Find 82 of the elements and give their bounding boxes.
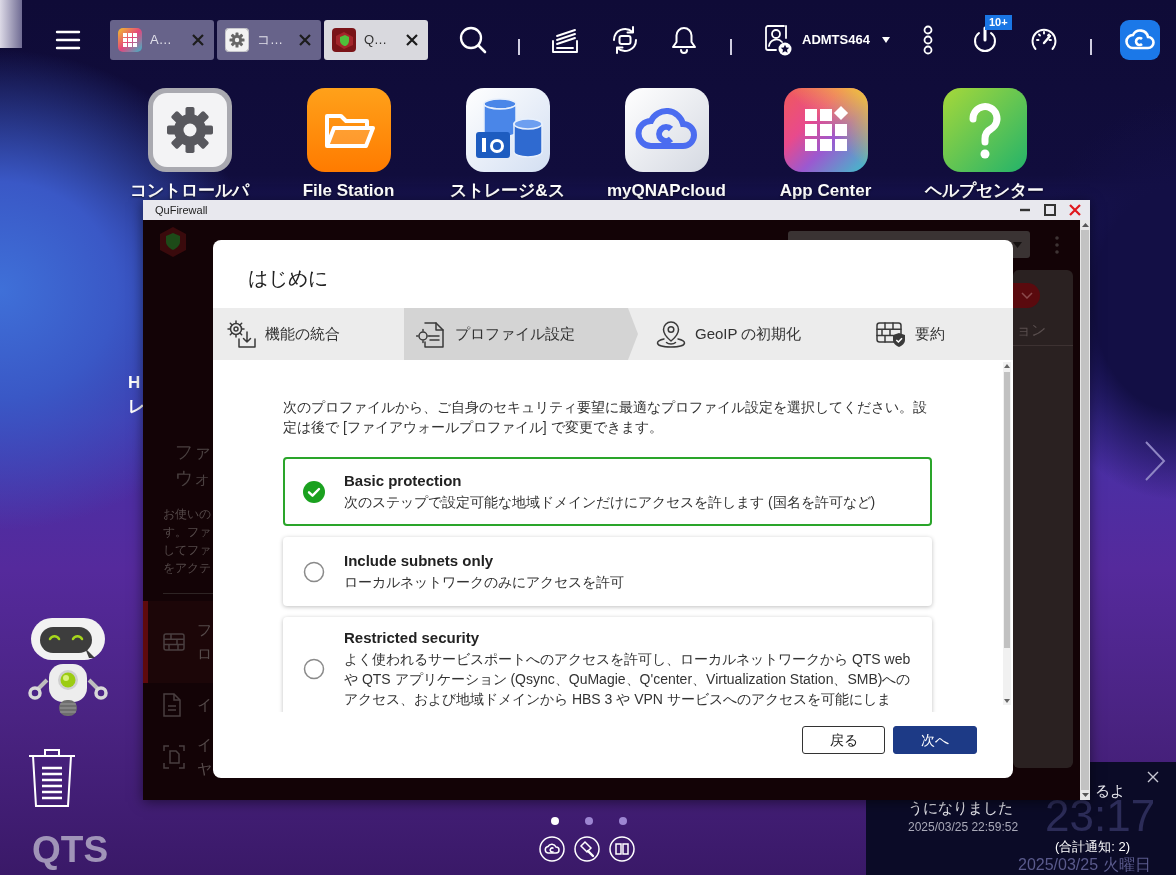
panel-edge [0, 0, 22, 48]
app-shortcut[interactable]: myQNAPcloud [587, 88, 746, 199]
search-icon[interactable] [458, 25, 488, 55]
shield-logo-icon [158, 224, 188, 258]
wizard-step[interactable]: 機能の統合 [213, 308, 404, 360]
scan-document-icon [163, 745, 185, 769]
app-tab[interactable]: Q… [324, 20, 428, 60]
profile-title: Restricted security [344, 628, 481, 648]
back-button[interactable]: 戻る [802, 726, 885, 754]
wizard-step[interactable]: GeoIP の初期化 [638, 308, 860, 360]
sync-icon[interactable] [610, 25, 640, 55]
profile-title: Include subnets only [344, 551, 495, 571]
notification-text: るよ [1095, 782, 1125, 800]
scroll-down-icon[interactable] [1081, 793, 1089, 797]
app-shortcut[interactable]: コントロールパ [110, 88, 269, 199]
gear-download-icon [226, 320, 256, 348]
cloud-app-icon[interactable] [1120, 20, 1160, 60]
caret-icon [882, 37, 890, 43]
dialog-title: はじめに [248, 267, 328, 289]
profile-description: よく使われるサービスポートへのアクセスを許可し、ローカルネットワークから QTS web や QTS アプリケーション (Qsync、QuMagie、Q'center、Virtualization Station、SMB)へのアクセス、および地域ドメインから HBS 3 や VPN サービスへのアクセスを可能にしま [344, 650, 912, 709]
scrollbar-thumb[interactable] [1081, 230, 1089, 790]
scroll-up-icon[interactable] [1004, 364, 1010, 368]
wizard-step[interactable]: プロファイル設定 [404, 308, 638, 360]
qts-logo: QTS [32, 829, 109, 871]
gear-app-icon [147, 88, 232, 172]
instruction-text: 次のプロファイルから、ご自身のセキュリティ要望に最適なプロファイル設定を選択してください。設定は後で [ファイアウォールプロファイル] で変更できます。 [283, 398, 928, 437]
cloud-icon[interactable] [539, 836, 565, 862]
scroll-up-icon[interactable] [1081, 223, 1089, 227]
app-shortcut[interactable]: ストレージ&ス [428, 88, 587, 199]
chevron-right-icon[interactable] [1144, 440, 1166, 482]
firewall-shield-icon [876, 320, 906, 348]
wizard-step[interactable]: 要約 [860, 308, 1013, 360]
question-mark-app-icon [942, 88, 1027, 172]
radio-button-icon[interactable] [303, 560, 325, 583]
profile-card[interactable]: Restricted security よく使われるサービスポートへのアクセスを許可し、ローカルネットワークから QTS web や QTS アプリケーション (Qsync、QuMagie、Q'center、Virtualization Station、SMB)へのアクセス、および地域ドメインから HBS 3 や VPN サービスへのアクセスを可能にしま [283, 617, 932, 712]
app-shortcut[interactable]: File Station [269, 88, 428, 199]
page-heading: ファ ウォ [175, 441, 212, 490]
brick-wall-icon [163, 633, 185, 651]
app-tab[interactable]: A… [110, 20, 214, 60]
notification-total: (合計通知: 2) [1055, 838, 1131, 856]
book-icon[interactable] [609, 836, 635, 862]
check-circle-icon[interactable] [303, 480, 325, 503]
notification-text: うになりました [908, 798, 1013, 818]
trash-icon[interactable] [28, 748, 76, 808]
user-icon[interactable] [762, 24, 792, 56]
caret-icon [1013, 241, 1022, 248]
profile-card[interactable]: Basic protection 次のステップで設定可能な地域ドメインだけにアクセスを許します (国名を許可など) [283, 457, 932, 526]
location-pin-icon [656, 320, 686, 348]
app-shortcut[interactable]: ヘルプセンター [905, 88, 1064, 199]
clock-date: 2025/03/25 火曜日 [1018, 857, 1151, 873]
profile-description: 次のステップで設定可能な地域ドメインだけにアクセスを許します (国名を許可など) [344, 493, 877, 512]
hammer-icon[interactable] [574, 836, 600, 862]
cloud-app-icon [624, 88, 709, 172]
radio-button-icon[interactable] [303, 657, 325, 680]
profile-title: Basic protection [344, 471, 463, 491]
more-options-icon[interactable] [921, 25, 935, 55]
scrollbar[interactable] [1003, 362, 1011, 705]
gear-tile-icon [225, 28, 249, 52]
document-gear-icon [416, 320, 446, 348]
menu-icon[interactable] [55, 29, 81, 51]
chevron-down-icon [1020, 292, 1033, 299]
next-button[interactable]: 次へ [893, 726, 977, 754]
profile-description: ローカルネットワークのみにアクセスを許可 [344, 573, 625, 592]
database-app-icon [465, 88, 550, 172]
user-menu-button[interactable]: ADMTS464 [802, 30, 890, 50]
profile-card[interactable]: Include subnets only ローカルネットワークのみにアクセスを許可 [283, 537, 932, 606]
notification-badge: 10+ [985, 15, 1012, 30]
maximize-icon[interactable] [1044, 204, 1056, 216]
notification-time: 2025/03/25 22:59:52 [908, 819, 1019, 835]
close-icon[interactable] [406, 34, 418, 46]
app-shortcut[interactable]: App Center [746, 88, 905, 199]
scrollbar[interactable] [1080, 220, 1090, 800]
document-icon [163, 693, 181, 717]
bell-icon[interactable] [669, 25, 699, 55]
window-title: QuFirewall [155, 202, 209, 218]
app-tab[interactable]: コ… [217, 20, 321, 60]
scroll-down-icon[interactable] [1004, 699, 1010, 703]
app-grid-icon [118, 28, 142, 52]
widget-text: H レ [128, 372, 145, 418]
shield-tile-icon [332, 28, 356, 52]
scrollbar-thumb[interactable] [1004, 372, 1010, 648]
folder-app-icon [306, 88, 391, 172]
